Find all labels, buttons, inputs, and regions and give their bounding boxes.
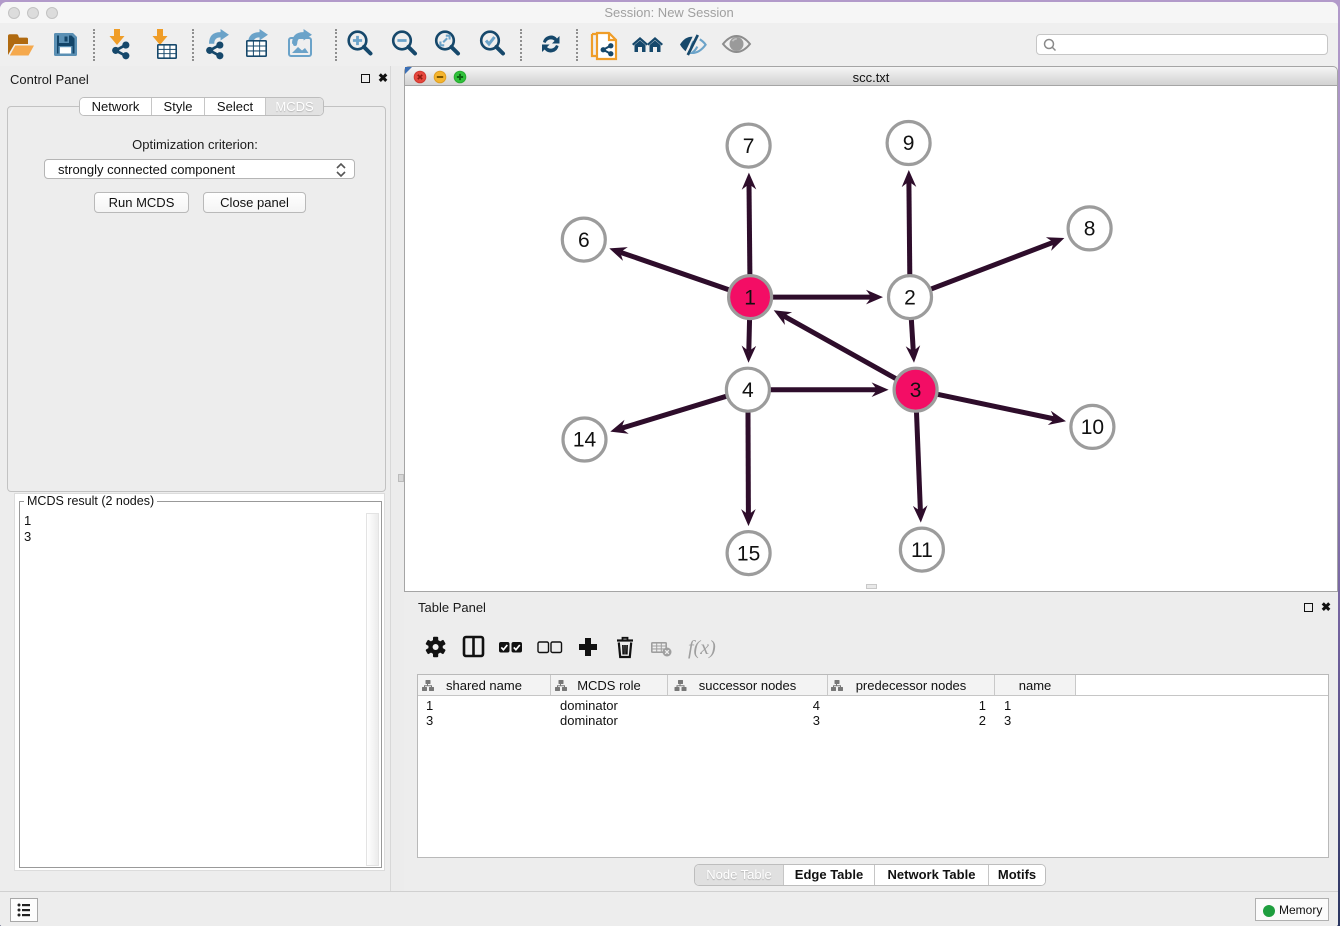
svg-text:8: 8	[1084, 218, 1096, 241]
svg-text:f(x): f(x)	[688, 637, 716, 659]
svg-text:1: 1	[744, 286, 756, 309]
svg-text:15: 15	[737, 542, 760, 565]
svg-text:6: 6	[578, 229, 590, 252]
svg-text:14: 14	[573, 429, 597, 452]
svg-text:3: 3	[910, 379, 922, 402]
svg-text:9: 9	[903, 132, 915, 155]
svg-text:2: 2	[904, 286, 916, 309]
svg-text:10: 10	[1081, 416, 1104, 439]
svg-text:4: 4	[742, 379, 754, 402]
svg-text:7: 7	[743, 135, 755, 158]
svg-text:11: 11	[911, 539, 933, 562]
